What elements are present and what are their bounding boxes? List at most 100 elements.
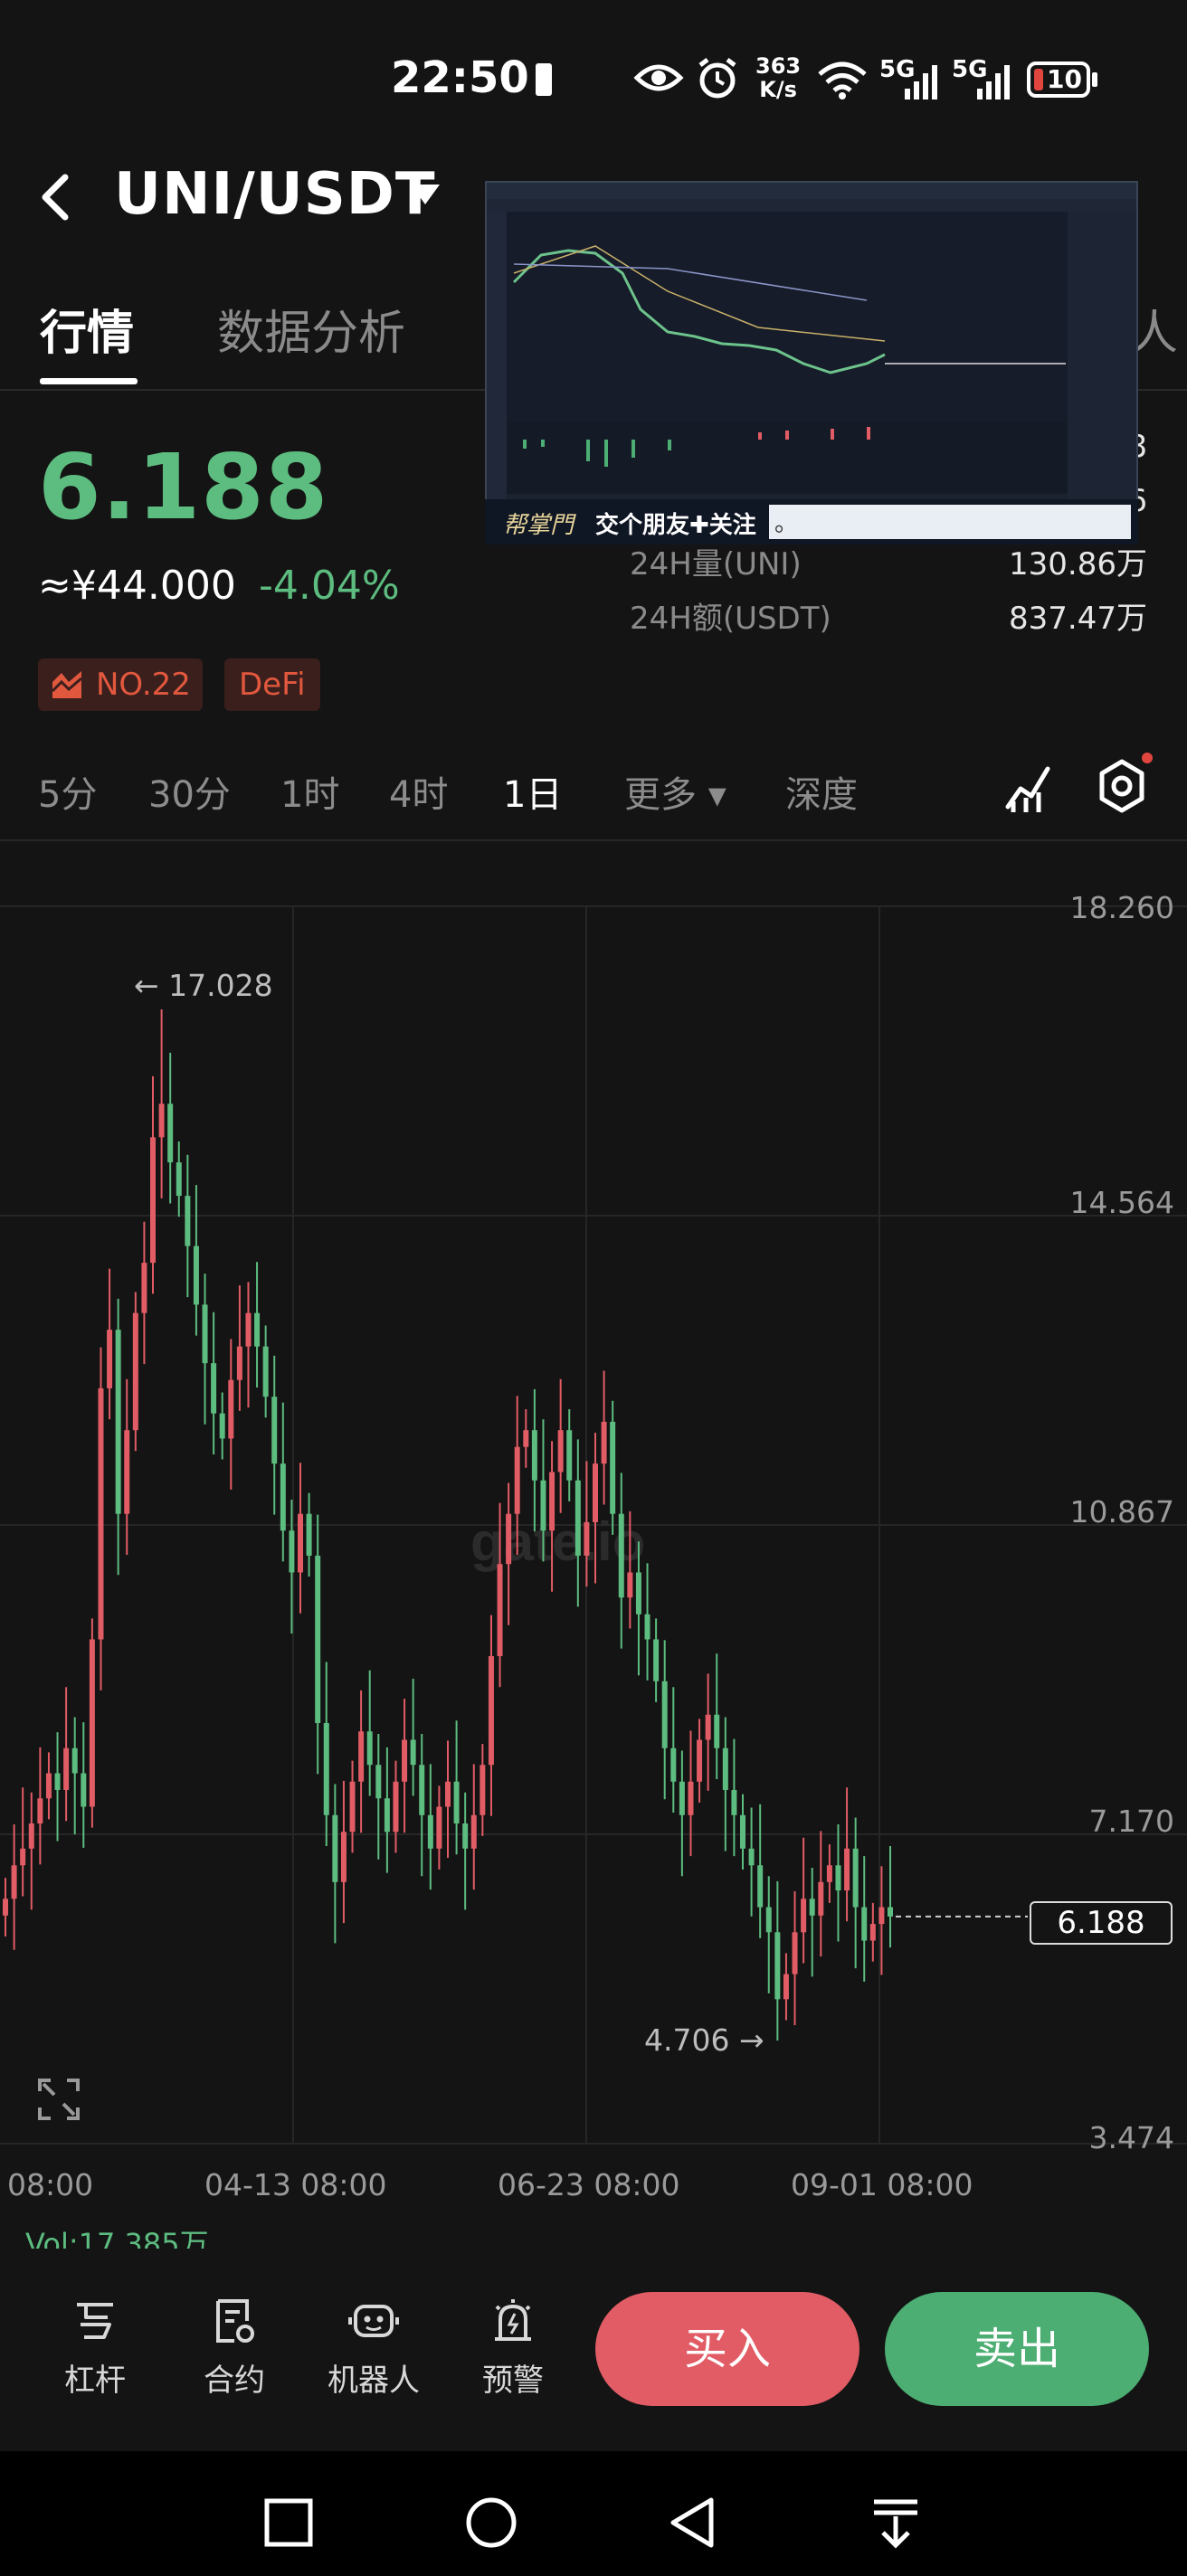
candle-body <box>202 1304 208 1364</box>
candle-body <box>158 1103 165 1138</box>
candle-body <box>280 1463 286 1531</box>
wifi-icon <box>818 62 867 99</box>
candle-body <box>557 1430 564 1473</box>
candle-body <box>20 1848 26 1866</box>
candle-body <box>236 1346 242 1380</box>
leverage-button[interactable]: 杠杆 <box>45 2297 145 2400</box>
candle-body <box>523 1430 529 1447</box>
candle-body <box>748 1848 755 1866</box>
tab-data-analysis[interactable]: 数据分析 <box>217 295 405 363</box>
candle-body <box>375 1765 382 1799</box>
sell-button[interactable]: 卖出 <box>885 2292 1149 2406</box>
candle-body <box>566 1430 573 1481</box>
contract-icon <box>216 2299 254 2343</box>
x-tick-label: 06-23 08:00 <box>498 2167 680 2202</box>
candle-body <box>124 1430 130 1514</box>
banner-text-2: 交个朋友✚关注 <box>595 512 756 539</box>
candle-body <box>670 1747 677 1782</box>
candle-body <box>436 1806 442 1849</box>
stat-value-volume: 130.86万 <box>1009 546 1147 582</box>
fullscreen-icon[interactable] <box>36 2077 81 2122</box>
candle-body <box>462 1823 469 1849</box>
alert-label: 预警 <box>482 2363 544 2399</box>
candle-body <box>480 1765 486 1815</box>
interval-4h[interactable]: 4时 <box>389 765 448 818</box>
caret-down-icon[interactable] <box>409 183 442 206</box>
candle-body <box>453 1781 460 1824</box>
interval-1d[interactable]: 1日 <box>503 765 562 818</box>
candle-body <box>366 1731 373 1766</box>
candle-body <box>271 1397 278 1464</box>
candle-body <box>844 1848 850 1891</box>
interval-1h[interactable]: 1时 <box>280 765 339 818</box>
y-tick-label: 18.260 <box>1069 890 1174 925</box>
y-tick-label: 7.170 <box>1088 1804 1174 1840</box>
candle-body <box>722 1747 728 1791</box>
candle-body <box>340 1832 347 1882</box>
candle-body <box>801 1899 807 1933</box>
y-tick-label: 10.867 <box>1069 1494 1174 1530</box>
candle-body <box>661 1681 668 1748</box>
candle-body <box>349 1781 356 1833</box>
interval-30m[interactable]: 30分 <box>148 765 231 818</box>
buy-button[interactable]: 买入 <box>595 2292 859 2406</box>
candle-body <box>323 1722 329 1815</box>
interval-more[interactable]: 更多 ▾ <box>624 765 726 818</box>
candle-body <box>63 1747 70 1791</box>
tag-defi[interactable]: DeFi <box>224 658 320 711</box>
settings-icon[interactable] <box>1095 758 1149 814</box>
candle-body <box>653 1639 660 1681</box>
robot-icon <box>348 2305 399 2337</box>
floating-video-window[interactable] <box>485 181 1138 545</box>
candle-body <box>861 1907 868 1941</box>
banner-text-1: 帮掌門 <box>503 512 575 539</box>
candle-body <box>37 1798 43 1824</box>
candle-body <box>193 1245 199 1305</box>
candle-body <box>419 1765 425 1815</box>
interval-5m[interactable]: 5分 <box>38 765 97 818</box>
candle-body <box>393 1781 399 1833</box>
battery-icon: 10 <box>1027 62 1090 98</box>
tab-market[interactable]: 行情 <box>40 295 134 363</box>
candle-body <box>427 1814 433 1849</box>
candle-body <box>11 1865 17 1899</box>
pair-selector[interactable]: UNI/USDT <box>114 161 436 228</box>
recent-apps-icon[interactable] <box>264 2498 313 2547</box>
candle-body <box>402 1739 408 1782</box>
banner-text-3: 。 <box>774 510 799 537</box>
candle-body <box>315 1555 321 1723</box>
back-arrow-icon[interactable] <box>36 172 76 223</box>
candle-body <box>531 1430 537 1481</box>
home-icon[interactable] <box>465 2496 518 2549</box>
candle-body <box>714 1714 720 1748</box>
candle-body <box>245 1312 252 1347</box>
robot-button[interactable]: 机器人 <box>324 2297 423 2400</box>
indicator-icon[interactable] <box>1004 762 1053 814</box>
candle-body <box>228 1379 234 1439</box>
candle-body <box>28 1823 34 1849</box>
candle-body <box>488 1655 494 1766</box>
candle-body <box>497 1564 503 1656</box>
candle-body <box>835 1865 841 1891</box>
robot-label: 机器人 <box>328 2363 420 2399</box>
contract-button[interactable]: 合约 <box>185 2297 284 2400</box>
back-nav-icon[interactable] <box>668 2496 717 2549</box>
rank-badge[interactable]: NO.22 <box>38 658 203 711</box>
interval-divider <box>0 839 1187 841</box>
notification-pull-icon[interactable] <box>870 2496 921 2549</box>
tab-indicator <box>40 378 138 384</box>
status-time: 22:50 <box>391 52 529 103</box>
candle-body <box>852 1848 859 1908</box>
interval-depth[interactable]: 深度 <box>785 765 858 818</box>
candle-body <box>384 1798 390 1833</box>
floating-video-banner: 帮掌門 交个朋友✚关注 。 <box>485 499 1138 545</box>
candle-body <box>185 1196 191 1246</box>
candle-body <box>71 1747 78 1774</box>
alarm-icon <box>495 2299 531 2341</box>
candle-body <box>115 1330 121 1514</box>
candle-body <box>254 1312 261 1347</box>
candle-body <box>584 1521 590 1556</box>
alert-button[interactable]: 预警 <box>463 2297 563 2400</box>
candle-body <box>54 1773 61 1791</box>
rank-label: NO.22 <box>96 667 191 703</box>
